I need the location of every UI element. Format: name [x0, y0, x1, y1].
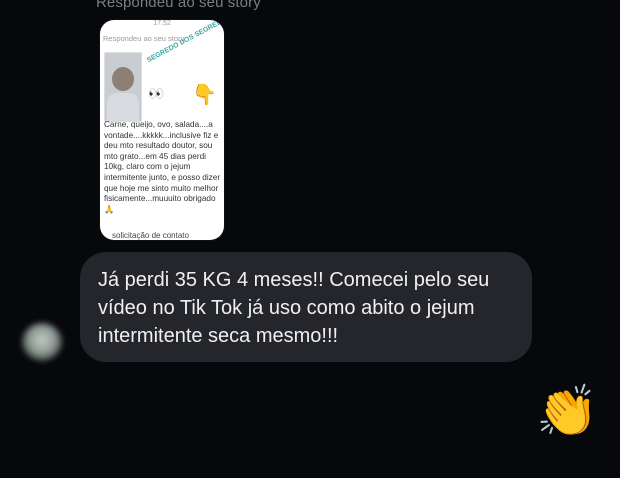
message-text: Já perdi 35 KG 4 meses!! Comecei pelo se… — [98, 269, 490, 347]
message-bubble[interactable]: Já perdi 35 KG 4 meses!! Comecei pelo se… — [80, 252, 532, 362]
story-body-text: Carne, queijo, ovo, salada....a vontade.… — [104, 120, 221, 214]
sender-avatar[interactable] — [22, 323, 62, 361]
person-shirt — [107, 93, 139, 121]
person-head — [112, 67, 134, 91]
story-footer-text: solicitação de contato — [112, 231, 189, 240]
story-photo — [104, 52, 142, 122]
eyes-icon: 👀 — [148, 86, 166, 101]
story-reply-label: Respondeu ao seu story — [103, 34, 185, 43]
clapping-hands-icon[interactable]: 👏 — [536, 386, 598, 436]
replied-to-story-label: Respondeu ao seu story — [96, 0, 261, 11]
story-preview-card[interactable]: 17:52 Respondeu ao seu story SEGREDO DOS… — [100, 20, 224, 240]
pointing-down-icon: 👇 — [192, 84, 217, 106]
